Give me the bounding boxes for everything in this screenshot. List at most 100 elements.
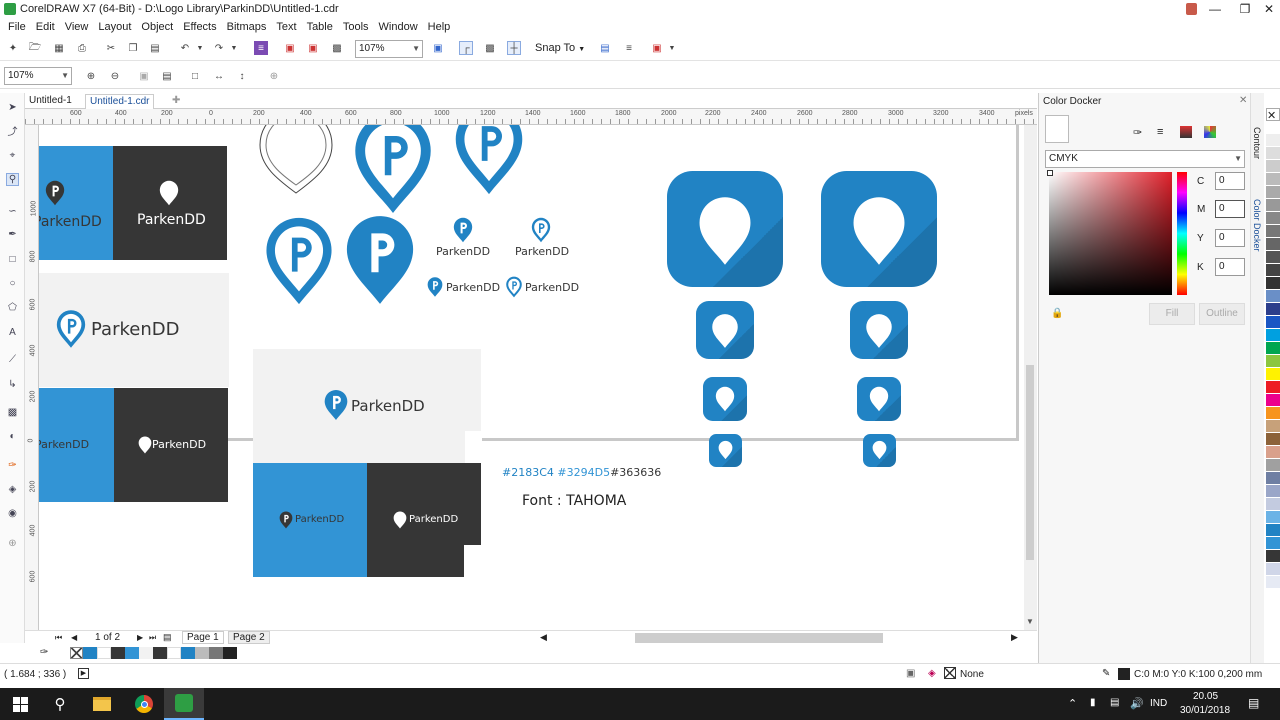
page-tab-1[interactable]: Page 1 <box>182 631 224 644</box>
add-page-icon[interactable]: ▤ <box>163 632 172 643</box>
menu-object[interactable]: Object <box>136 19 178 36</box>
rectangle-tool-icon[interactable]: □ <box>6 253 19 266</box>
first-page-icon[interactable]: ⏮ <box>55 633 62 643</box>
menu-file[interactable]: File <box>3 19 31 36</box>
freehand-tool-icon[interactable]: ∽ <box>6 205 19 218</box>
swatch[interactable] <box>1266 433 1280 446</box>
menu-layout[interactable]: Layout <box>93 19 136 36</box>
windows-start-icon[interactable] <box>0 688 40 720</box>
swatch-gray[interactable] <box>195 647 209 659</box>
app-icon-xs-ring[interactable] <box>863 434 896 467</box>
clock-time[interactable]: 20.05 <box>1193 691 1218 702</box>
scrollbar-thumb[interactable] <box>1026 365 1034 560</box>
card-light-center[interactable]: ParkenDD <box>253 349 481 463</box>
parallel-dimension-icon[interactable]: ⟋ <box>6 353 19 366</box>
outline-pen-icon[interactable]: ✎ <box>1102 668 1110 679</box>
user-icon[interactable] <box>1186 3 1197 15</box>
swatch-light-blue[interactable] <box>125 647 139 659</box>
channel-input-k[interactable]: 0 <box>1215 258 1245 276</box>
swatch[interactable] <box>1266 446 1280 459</box>
artistic-media-icon[interactable]: ✒ <box>6 228 19 241</box>
swatch-dark[interactable] <box>111 647 125 659</box>
text-tool-icon[interactable]: A <box>6 326 19 339</box>
import-icon[interactable]: ▣ <box>283 41 297 55</box>
swatch[interactable] <box>1266 563 1280 576</box>
app-icon-xs-solid[interactable] <box>709 434 742 467</box>
polygon-tool-icon[interactable]: ⬠ <box>6 301 19 314</box>
swatch[interactable] <box>1266 498 1280 511</box>
swatch[interactable] <box>1266 368 1280 381</box>
vertical-scrollbar[interactable]: ▼ <box>1024 125 1037 630</box>
coreldraw-taskbar-icon[interactable] <box>164 688 204 720</box>
fill-indicator-icon[interactable]: ▣ <box>906 668 915 679</box>
menu-bitmaps[interactable]: Bitmaps <box>222 19 272 36</box>
interactive-fill-icon[interactable]: ◈ <box>6 483 19 496</box>
swatch-white-2[interactable] <box>167 647 181 659</box>
app-icon-large-ring[interactable] <box>821 171 937 287</box>
swatch[interactable] <box>1266 147 1280 160</box>
pin-logo-small-ring[interactable] <box>531 217 551 243</box>
swatch-blue[interactable] <box>83 647 97 659</box>
swatch-dark-2[interactable] <box>153 647 167 659</box>
application-launcher-icon[interactable]: ▣ <box>650 41 664 55</box>
swatch[interactable] <box>1266 225 1280 238</box>
swatch[interactable] <box>1266 329 1280 342</box>
tab-untitled-1[interactable]: Untitled-1 <box>25 94 76 109</box>
swatch-black[interactable] <box>223 647 237 659</box>
redo-icon[interactable]: ↷ <box>212 41 226 55</box>
eyedropper-icon[interactable]: ✑ <box>1133 126 1142 139</box>
copy-icon[interactable]: ❐ <box>126 41 140 55</box>
options-icon[interactable]: ▤ <box>598 41 612 55</box>
zoom-page-icon[interactable]: □ <box>188 69 202 83</box>
tab-untitled-1-cdr[interactable]: Untitled-1.cdr <box>85 94 155 109</box>
open-icon[interactable]: 🗁 <box>28 41 42 55</box>
app-icon-large-solid[interactable] <box>667 171 783 287</box>
swatch[interactable] <box>1266 264 1280 277</box>
export-icon[interactable]: ▣ <box>306 41 320 55</box>
app-icon-small-ring[interactable] <box>857 377 901 421</box>
zoom-all-objects-icon[interactable]: ▤ <box>160 69 174 83</box>
card-dark-small[interactable]: ParkenDD <box>114 388 228 502</box>
app-icon-small-solid[interactable] <box>703 377 747 421</box>
pin-logo-dark-outline[interactable] <box>352 125 434 223</box>
file-explorer-icon[interactable] <box>82 688 122 720</box>
snap-to-button[interactable]: Snap To ▼ <box>535 42 585 54</box>
swatch-light-gray[interactable] <box>139 647 153 659</box>
swatch[interactable] <box>1266 394 1280 407</box>
redo-dropdown-icon[interactable]: ▼ <box>230 41 238 55</box>
pick-tool-icon[interactable]: ➤ <box>6 101 19 114</box>
pin-logo-large-ring[interactable] <box>259 215 339 307</box>
print-icon[interactable]: ⎙ <box>75 41 89 55</box>
zoom-tool-icon[interactable]: ⚲ <box>6 173 19 186</box>
ellipse-tool-icon[interactable]: ○ <box>6 277 19 290</box>
last-page-icon[interactable]: ⏭ <box>149 633 156 643</box>
horizontal-scroll-thumb[interactable] <box>635 633 883 643</box>
tab-color-docker[interactable]: Color Docker <box>1252 199 1262 252</box>
menu-table[interactable]: Table <box>302 19 338 36</box>
zoom-out-icon[interactable]: ⊖ <box>108 69 122 83</box>
add-tab-icon[interactable]: ✚ <box>168 94 184 109</box>
toolbox-add-icon[interactable]: ⊕ <box>6 537 19 550</box>
outline-pin-shape[interactable] <box>256 125 336 195</box>
pin-logo-inline-solid[interactable] <box>427 276 443 298</box>
next-page-icon[interactable]: ▶ <box>137 633 143 642</box>
pin-logo-blue[interactable] <box>449 125 529 197</box>
color-sliders-icon[interactable]: ≡ <box>1157 126 1163 138</box>
swatch-blue-2[interactable] <box>181 647 195 659</box>
paste-icon[interactable]: ▤ <box>148 41 162 55</box>
swatch-white[interactable] <box>97 647 111 659</box>
swatch[interactable] <box>1266 238 1280 251</box>
zoom-level-combo[interactable]: 107% ▼ <box>355 40 423 58</box>
horizontal-ruler[interactable]: 600 400 200 0 200 400 600 800 1000 1200 … <box>25 109 1037 125</box>
docker-close-icon[interactable]: ✕ <box>1239 95 1247 106</box>
swatch[interactable] <box>1266 342 1280 355</box>
swatch[interactable] <box>1266 550 1280 563</box>
undo-dropdown-icon[interactable]: ▼ <box>196 41 204 55</box>
search-content-icon[interactable]: ≡ <box>254 41 268 55</box>
swatch-none[interactable] <box>70 647 83 659</box>
swatch[interactable] <box>1266 134 1280 147</box>
zoom-width-icon[interactable]: ↔ <box>212 69 226 83</box>
zoom-height-icon[interactable]: ↕ <box>235 69 249 83</box>
transparency-icon[interactable]: ◐ <box>6 430 19 443</box>
publish-pdf-icon[interactable]: ▩ <box>330 41 344 55</box>
